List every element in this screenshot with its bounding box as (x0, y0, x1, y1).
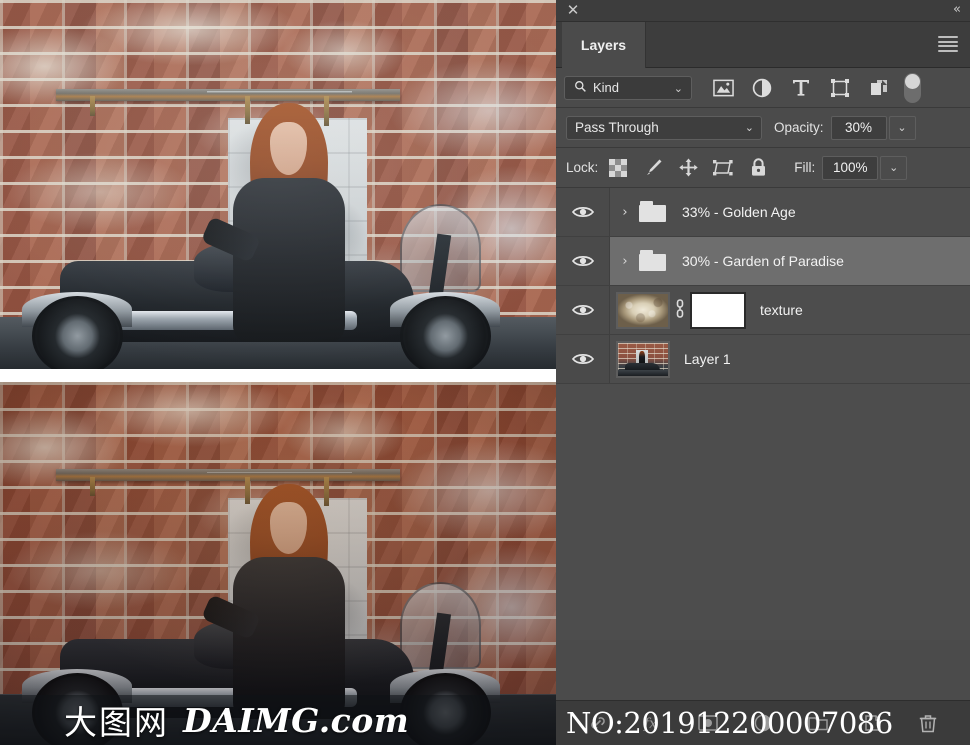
filter-type-layers-icon[interactable] (790, 77, 812, 99)
color-grade-after (0, 382, 556, 745)
blend-mode-row: Pass Through ⌄ Opacity: 30% ⌄ (556, 108, 970, 148)
menu-line (938, 45, 958, 48)
layer-list-empty-area[interactable] (556, 384, 970, 640)
panel-titlebar: ✕ « (556, 0, 970, 22)
tab-layers-label: Layers (580, 37, 627, 53)
scene-after (0, 382, 556, 745)
filter-smart-object-icon[interactable] (868, 77, 890, 99)
table-row[interactable]: texture (556, 286, 970, 335)
table-row[interactable]: Layer 1 (556, 335, 970, 384)
layer-visibility-toggle[interactable] (556, 188, 610, 236)
panel-tabstrip: Layers (556, 22, 970, 68)
fill-value: 100% (833, 160, 868, 175)
table-row[interactable]: › 33% - Golden Age (556, 188, 970, 237)
watermark-bar: 大图网 DAIMG.com (0, 695, 556, 745)
lock-row: Lock: Fill: 100% ⌄ (556, 148, 970, 188)
lock-image-pixels-icon[interactable] (643, 158, 663, 178)
group-disclosure-arrow[interactable]: › (614, 205, 636, 220)
layer-visibility-toggle[interactable] (556, 286, 610, 334)
opacity-value: 30% (845, 120, 873, 135)
chevron-down-icon[interactable]: ⌄ (674, 82, 683, 95)
layer-name: 30% - Garden of Paradise (682, 253, 844, 269)
scene-before (0, 0, 556, 369)
search-icon (574, 80, 587, 96)
photo-divider (0, 369, 556, 382)
lock-all-icon[interactable] (748, 158, 768, 178)
filter-icon-group (712, 77, 890, 99)
filter-kind-select[interactable]: Kind ⌄ (564, 75, 692, 100)
lock-icon-group (608, 158, 768, 178)
layers-panel-toolbar: fx (556, 700, 970, 745)
lock-transparent-pixels-icon[interactable] (608, 158, 628, 178)
menu-line (938, 40, 958, 43)
blend-mode-value: Pass Through (575, 120, 659, 135)
photo-comparison-column: 大图网 DAIMG.com (0, 0, 556, 745)
svg-text:fx: fx (643, 716, 657, 732)
layer-visibility-toggle[interactable] (556, 237, 610, 285)
folder-icon (638, 200, 668, 224)
watermark-cn-text: 大图网 (64, 703, 169, 742)
eye-icon (571, 305, 594, 315)
chevron-down-icon[interactable]: ⌄ (745, 121, 754, 134)
layers-panel: ✕ « Layers Kind ⌄ Pass Through ⌄ Opacity… (556, 0, 970, 745)
layer-list: › 33% - Golden Age › 30% - Garden of Par… (556, 188, 970, 640)
opacity-input[interactable]: 30% (830, 115, 887, 140)
blend-mode-select[interactable]: Pass Through ⌄ (566, 115, 762, 140)
add-layer-mask-icon[interactable] (697, 712, 719, 734)
layer-visibility-toggle[interactable] (556, 335, 610, 383)
layer-mask-thumbnail[interactable] (690, 291, 746, 329)
photo-before (0, 0, 556, 369)
watermark-en-text: DAIMG.com (183, 700, 410, 740)
new-layer-icon[interactable] (862, 712, 884, 734)
layer-name: Layer 1 (684, 351, 731, 367)
lock-label: Lock: (566, 160, 599, 175)
layer-thumbnail[interactable] (616, 291, 670, 329)
lock-position-icon[interactable] (678, 158, 698, 178)
opacity-stepper[interactable]: ⌄ (888, 115, 916, 140)
eye-icon (571, 354, 594, 364)
close-icon[interactable]: ✕ (566, 3, 580, 18)
lock-artboard-nesting-icon[interactable] (713, 158, 733, 178)
filter-shape-layers-icon[interactable] (829, 77, 851, 99)
filter-adjustment-layers-icon[interactable] (751, 77, 773, 99)
layer-name: texture (760, 302, 803, 318)
tab-layers[interactable]: Layers (562, 22, 646, 68)
link-mask-icon[interactable] (670, 298, 690, 322)
layer-style-fx-icon[interactable]: fx (642, 712, 664, 734)
eye-icon (571, 256, 594, 266)
filter-pixel-layers-icon[interactable] (712, 77, 734, 99)
new-group-icon[interactable] (807, 712, 829, 734)
fill-stepper[interactable]: ⌄ (880, 155, 908, 180)
layer-thumbnail[interactable] (616, 340, 670, 378)
menu-line (938, 36, 958, 38)
filter-enable-toggle[interactable] (904, 72, 921, 103)
screenshot-root: 大图网 DAIMG.com ✕ « Layers Kind ⌄ Pass Thr… (0, 0, 970, 745)
filter-kind-label: Kind (593, 80, 620, 95)
eye-icon (571, 207, 594, 217)
layer-name: 33% - Golden Age (682, 204, 796, 220)
menu-line (938, 49, 958, 52)
panel-menu-icon[interactable] (938, 36, 958, 52)
fill-label: Fill: (794, 160, 816, 175)
fill-input[interactable]: 100% (822, 155, 879, 180)
photo-after: 大图网 DAIMG.com (0, 382, 556, 745)
group-disclosure-arrow[interactable]: › (614, 254, 636, 269)
opacity-label: Opacity: (774, 120, 824, 135)
table-row[interactable]: › 30% - Garden of Paradise (556, 237, 970, 286)
delete-layer-icon[interactable] (917, 712, 939, 734)
color-grade-before (0, 0, 556, 369)
new-adjustment-layer-icon[interactable] (752, 712, 774, 734)
folder-icon (638, 249, 668, 273)
link-layers-icon[interactable] (587, 712, 609, 734)
collapse-panel-icon[interactable]: « (953, 3, 961, 17)
layer-filter-row: Kind ⌄ (556, 68, 970, 108)
